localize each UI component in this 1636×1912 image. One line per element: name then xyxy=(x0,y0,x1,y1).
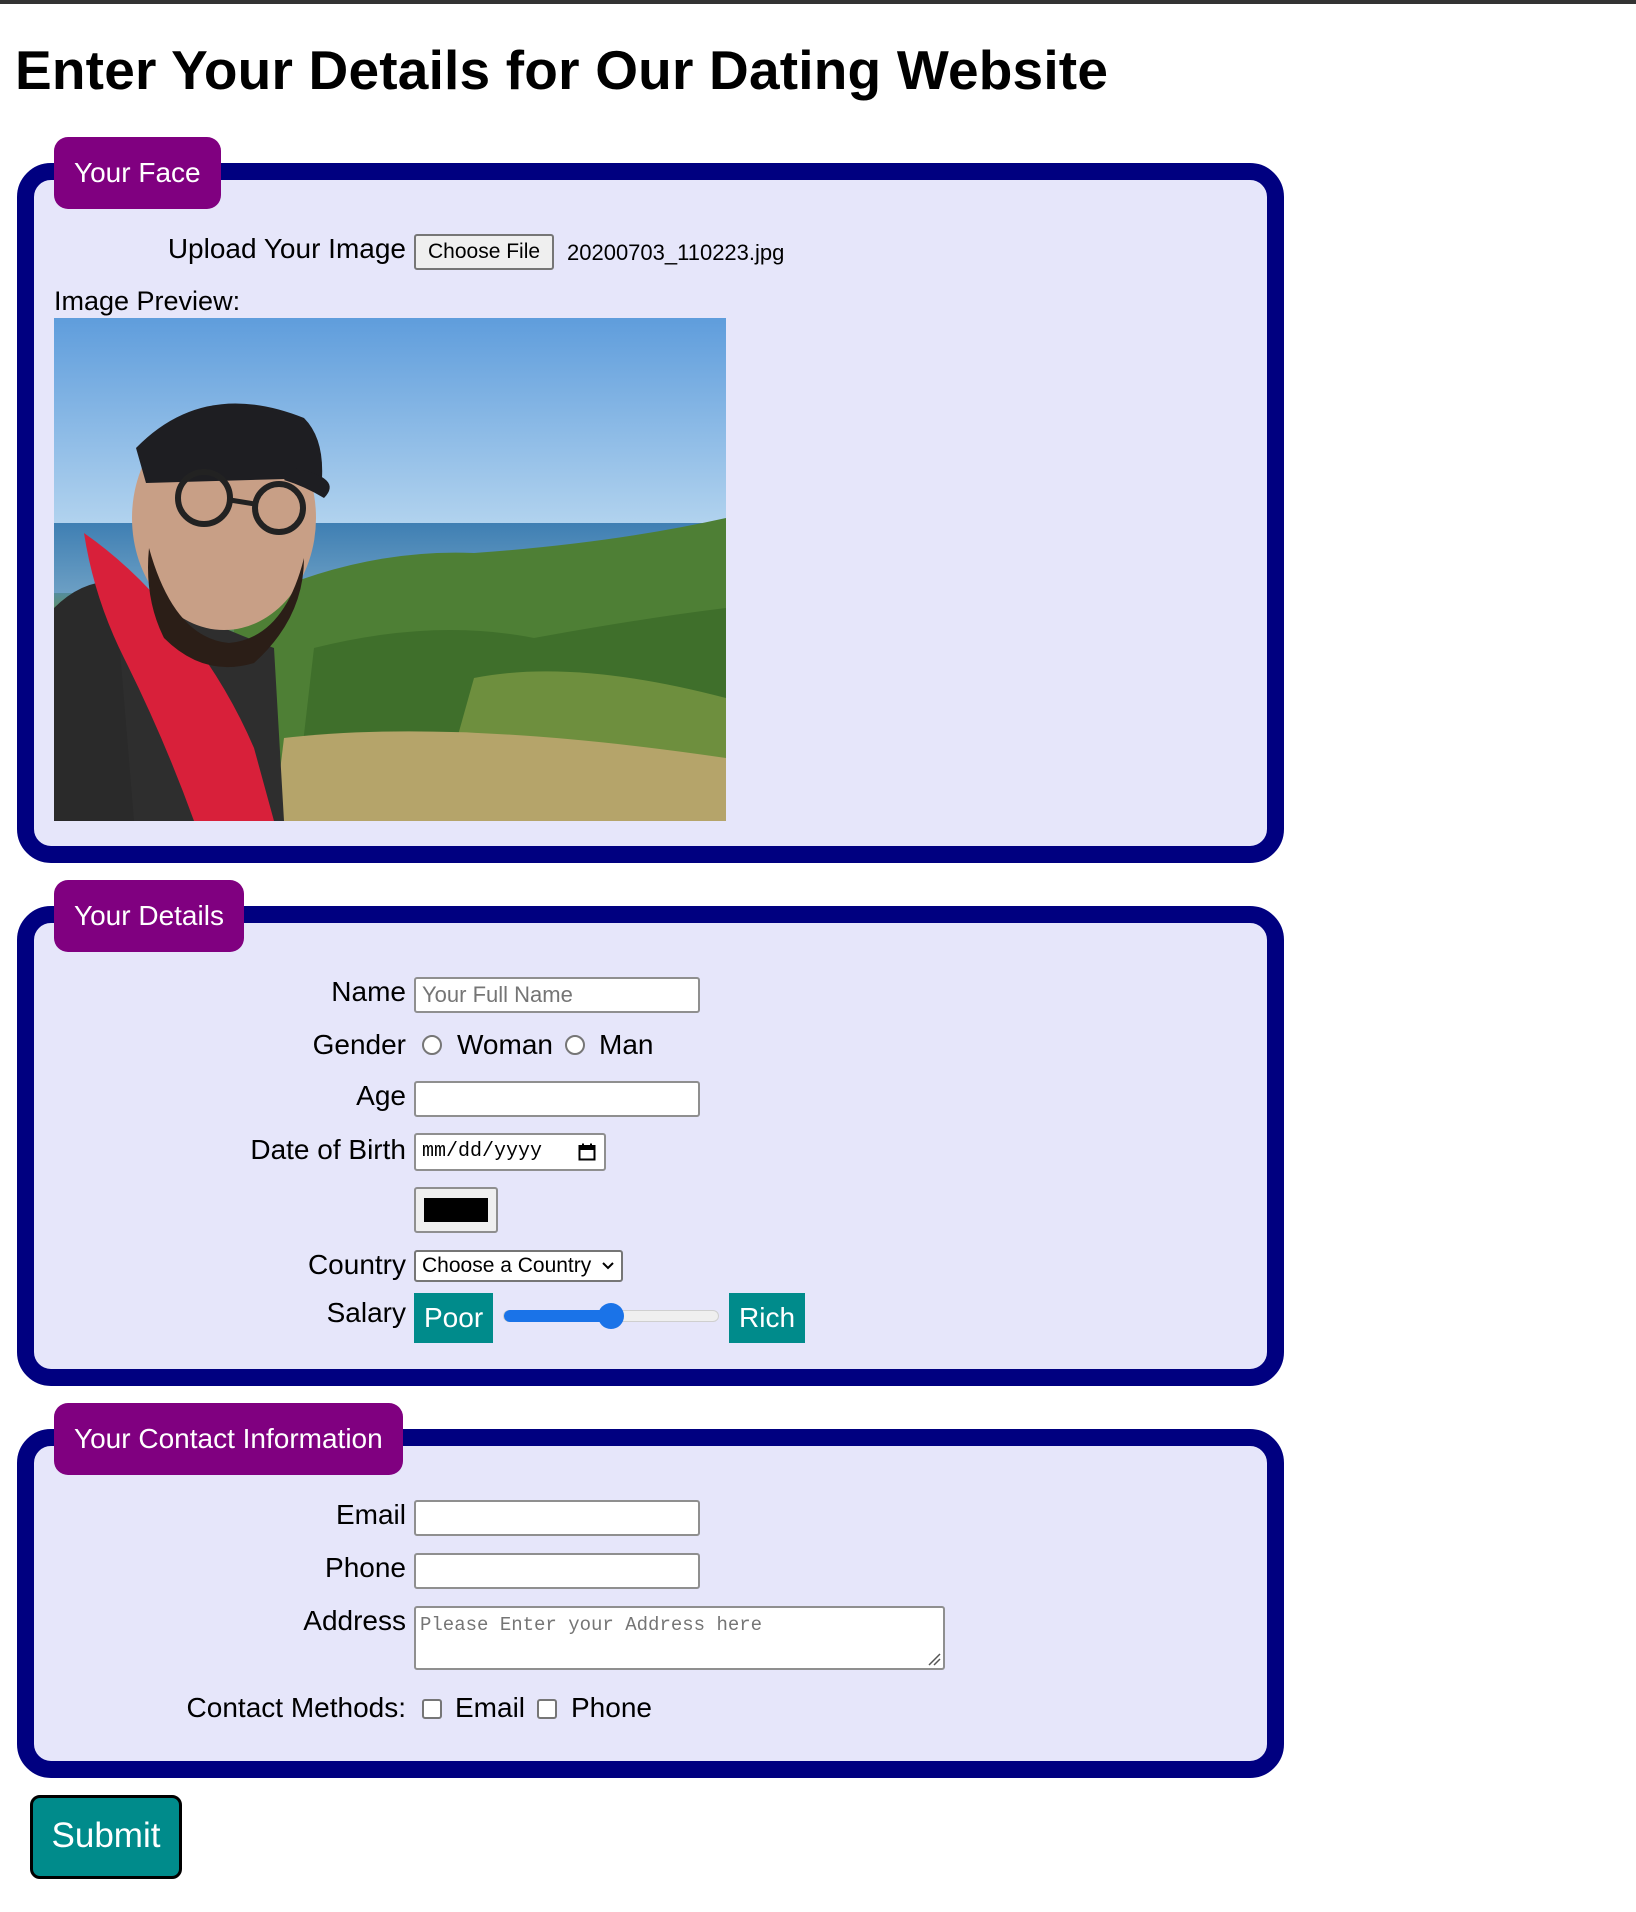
address-textarea[interactable] xyxy=(414,1606,945,1670)
salary-slider-thumb[interactable] xyxy=(598,1303,624,1329)
details-legend: Your Details xyxy=(54,880,244,952)
contact-phone-checkbox[interactable] xyxy=(537,1699,557,1719)
name-input[interactable] xyxy=(414,977,700,1013)
gender-woman-label: Woman xyxy=(457,1029,553,1060)
color-picker[interactable] xyxy=(414,1187,498,1233)
salary-label: Salary xyxy=(326,1297,406,1328)
country-label: Country xyxy=(307,1249,406,1280)
contact-legend: Your Contact Information xyxy=(54,1403,403,1475)
name-label: Name xyxy=(331,976,406,1007)
date-of-birth-placeholder: mm/dd/yyyy xyxy=(422,1140,543,1163)
salary-poor-label: Poor xyxy=(414,1293,494,1343)
gender-man-radio[interactable] xyxy=(565,1035,585,1055)
chevron-down-icon xyxy=(602,1262,614,1270)
date-of-birth-input[interactable]: mm/dd/yyyy xyxy=(414,1133,606,1171)
contact-email-checkbox[interactable] xyxy=(422,1699,442,1719)
image-preview-label: Image Preview: xyxy=(54,286,241,316)
email-input[interactable] xyxy=(414,1500,700,1536)
phone-input[interactable] xyxy=(414,1553,700,1589)
image-preview xyxy=(54,318,726,821)
age-label: Age xyxy=(356,1080,406,1111)
submit-button[interactable]: Submit xyxy=(30,1795,182,1879)
phone-label: Phone xyxy=(325,1552,406,1583)
salary-slider[interactable] xyxy=(503,1303,719,1329)
salary-rich-label: Rich xyxy=(729,1293,806,1343)
gender-man-label: Man xyxy=(599,1029,654,1060)
calendar-icon[interactable] xyxy=(578,1143,596,1161)
resize-grip-icon[interactable] xyxy=(927,1652,941,1666)
face-legend: Your Face xyxy=(54,137,221,209)
contact-methods-label: Contact Methods: xyxy=(186,1692,406,1723)
selfie-photo xyxy=(54,318,726,821)
top-border xyxy=(0,0,1636,4)
upload-image-label: Upload Your Image xyxy=(167,233,406,264)
country-selected-value: Choose a Country xyxy=(422,1254,592,1277)
gender-woman-radio[interactable] xyxy=(422,1035,442,1055)
contact-email-option-label: Email xyxy=(455,1692,526,1723)
page-title: Enter Your Details for Our Dating Websit… xyxy=(15,39,1109,101)
contact-fieldset xyxy=(17,1429,1284,1778)
date-of-birth-label: Date of Birth xyxy=(250,1134,406,1165)
selected-file-name: 20200703_110223.jpg xyxy=(567,240,785,265)
email-label: Email xyxy=(335,1499,406,1530)
color-swatch xyxy=(424,1198,488,1222)
salary-slider-fill xyxy=(504,1310,611,1322)
choose-file-button[interactable]: Choose File xyxy=(414,234,555,270)
contact-phone-option-label: Phone xyxy=(571,1692,652,1723)
country-select[interactable]: Choose a Country xyxy=(414,1250,624,1282)
gender-label: Gender xyxy=(312,1029,406,1060)
address-label: Address xyxy=(303,1605,406,1636)
age-input[interactable] xyxy=(414,1081,700,1117)
